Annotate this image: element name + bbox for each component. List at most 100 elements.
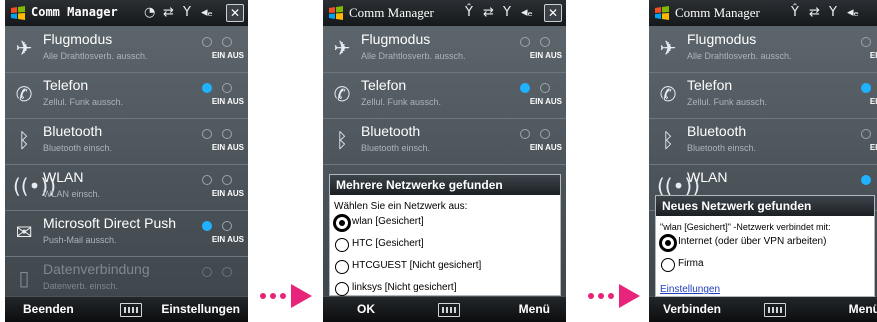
radio-button[interactable]	[661, 258, 675, 272]
row-label: Datenverbindung	[43, 261, 150, 277]
softkey-right[interactable]: Einstellungen	[161, 302, 240, 316]
signal-antenna-icon[interactable]: Y	[503, 5, 511, 20]
ein-dot[interactable]	[202, 37, 212, 47]
globe-icon[interactable]: ◔	[144, 5, 155, 20]
aus-text: AUS	[227, 189, 244, 198]
row-bluetooth[interactable]: ᛒ Bluetooth Bluetooth einsch. EIN AUS	[323, 119, 566, 165]
connection-option[interactable]: Internet (oder über VPN arbeiten)	[656, 232, 874, 254]
softkey-left[interactable]: OK	[357, 302, 375, 316]
connection-option[interactable]: Firma	[656, 254, 874, 276]
option-label: HTCGUEST [Nicht gesichert]	[352, 260, 482, 271]
toggle-dots[interactable]	[198, 37, 238, 49]
ein-dot	[202, 267, 212, 277]
toggle-dots[interactable]	[516, 129, 556, 141]
signal-antenna-icon[interactable]: Y	[183, 5, 191, 20]
ein-text: EIN	[211, 189, 226, 198]
radio-button[interactable]	[335, 260, 349, 274]
row-bluetooth[interactable]: ᛒ Bluetooth Bluetooth einsch. EIN AUS	[5, 119, 248, 165]
radio-button-selected[interactable]	[661, 236, 675, 250]
row-wlan[interactable]: ((•)) WLAN WLAN einsch. EIN AUS	[5, 165, 248, 211]
signal-antenna-icon[interactable]: Ŷ	[791, 5, 799, 20]
keyboard-icon[interactable]	[438, 303, 460, 317]
aus-dot[interactable]	[222, 83, 232, 93]
sync-arrows-icon[interactable]: ⇄	[483, 5, 494, 20]
dialog-prompt: "wlan [Gesichert]" -Netzwerk verbindet m…	[660, 222, 831, 232]
radio-button[interactable]	[335, 282, 349, 296]
aus-dot[interactable]	[540, 37, 550, 47]
windows-flag-icon[interactable]	[327, 4, 345, 22]
toggle-dots[interactable]	[198, 221, 238, 233]
aus-dot[interactable]	[540, 83, 550, 93]
aus-text: AUS	[227, 143, 244, 152]
row-sublabel: Zellul. Funk aussch.	[687, 97, 768, 107]
aus-dot[interactable]	[222, 221, 232, 231]
windows-flag-icon[interactable]	[653, 4, 671, 22]
signal-antenna-icon[interactable]: Y	[829, 5, 837, 20]
ein-dot[interactable]	[861, 37, 871, 47]
network-option[interactable]: wlan [Gesichert]	[330, 212, 560, 234]
softkey-right[interactable]: Menü	[849, 302, 877, 316]
app-title: Comm Manager	[675, 5, 760, 20]
row-datenverbindung: ▯ Datenverbindung Datenverb. einsch.	[5, 257, 248, 302]
row-sublabel: Zellul. Funk aussch.	[43, 97, 124, 107]
toggle-dots[interactable]	[857, 37, 877, 49]
aus-dot[interactable]	[540, 129, 550, 139]
keyboard-icon[interactable]	[764, 303, 786, 317]
aus-dot[interactable]	[222, 175, 232, 185]
ein-dot[interactable]	[202, 83, 212, 93]
toggle-dots[interactable]	[516, 83, 556, 95]
close-icon[interactable]: ✕	[226, 4, 244, 22]
toggle-dots[interactable]	[198, 129, 238, 141]
close-icon[interactable]: ✕	[544, 4, 562, 22]
row-telefon[interactable]: ✆ Telefon Zellul. Funk aussch. EIN AUS	[5, 73, 248, 119]
toggle-dots[interactable]	[198, 83, 238, 95]
speaker-icon[interactable]: ◂ₑ	[847, 5, 859, 20]
settings-link[interactable]: Einstellungen	[656, 276, 874, 295]
ein-dot[interactable]	[861, 83, 871, 93]
network-option[interactable]: HTC [Gesichert]	[330, 234, 560, 256]
aus-dot[interactable]	[222, 37, 232, 47]
row-direct-push[interactable]: ✉ Microsoft Direct Push Push-Mail aussch…	[5, 211, 248, 257]
toggle-dots[interactable]	[516, 37, 556, 49]
network-option[interactable]: HTCGUEST [Nicht gesichert]	[330, 256, 560, 278]
row-telefon[interactable]: ✆ Telefon Zellul. Funk aussch. EIN AUS	[323, 73, 566, 119]
phone-icon: ✆	[333, 82, 351, 106]
flow-arrow-1	[260, 284, 312, 308]
row-sublabel: Alle Drahtlosverb. aussch.	[687, 51, 792, 61]
ein-dot[interactable]	[520, 37, 530, 47]
speaker-icon[interactable]: ◂ₑ	[521, 5, 533, 20]
row-label: Telefon	[687, 77, 733, 93]
row-flugmodus[interactable]: ✈ Flugmodus Alle Drahtlosverb. aussch. E…	[649, 27, 877, 73]
row-flugmodus[interactable]: ✈ Flugmodus Alle Drahtlosverb. aussch. E…	[5, 27, 248, 73]
toggle-dots[interactable]	[857, 175, 877, 187]
speaker-icon[interactable]: ◂ₑ	[201, 5, 213, 20]
row-telefon[interactable]: ✆ Telefon Zellul. Funk aussch. EIN AUS	[649, 73, 877, 119]
row-label: Flugmodus	[687, 31, 757, 47]
sync-arrows-icon[interactable]: ⇄	[809, 5, 820, 20]
signal-antenna-icon[interactable]: Ŷ	[465, 5, 473, 20]
radio-button[interactable]	[335, 238, 349, 252]
ein-dot[interactable]	[202, 175, 212, 185]
softkey-left[interactable]: Verbinden	[663, 302, 721, 316]
ein-dot[interactable]	[520, 83, 530, 93]
ein-dot[interactable]	[861, 175, 871, 185]
softkey-left[interactable]: Beenden	[23, 302, 74, 316]
softkey-right[interactable]: Menü	[519, 302, 550, 316]
aus-dot[interactable]	[222, 129, 232, 139]
ein-dot[interactable]	[861, 129, 871, 139]
radio-button-selected[interactable]	[335, 216, 349, 230]
keyboard-icon[interactable]	[120, 303, 142, 317]
toggle-dots[interactable]	[857, 83, 877, 95]
row-flugmodus[interactable]: ✈ Flugmodus Alle Drahtlosverb. aussch. E…	[323, 27, 566, 73]
windows-flag-icon[interactable]	[9, 4, 27, 22]
ein-text: EIN	[529, 51, 544, 60]
row-bluetooth[interactable]: ᛒ Bluetooth Bluetooth einsch. EIN AUS	[649, 119, 877, 165]
ein-dot[interactable]	[202, 221, 212, 231]
sync-arrows-icon[interactable]: ⇄	[163, 5, 174, 20]
ein-dot[interactable]	[520, 129, 530, 139]
toggle-dots[interactable]	[857, 129, 877, 141]
aus-dot	[222, 267, 232, 277]
row-sublabel: Alle Drahtlosverb. aussch.	[43, 51, 148, 61]
ein-dot[interactable]	[202, 129, 212, 139]
toggle-dots[interactable]	[198, 175, 238, 187]
